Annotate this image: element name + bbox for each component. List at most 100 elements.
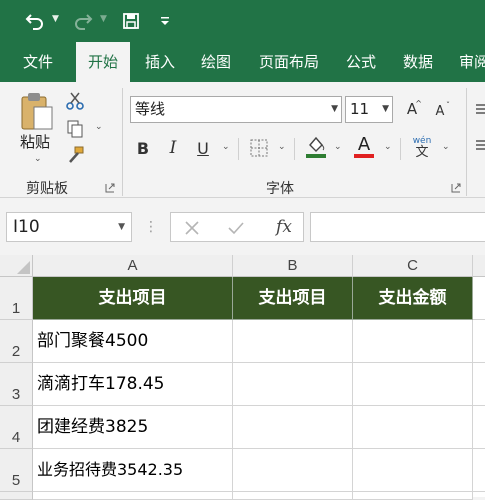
redo-icon[interactable] [70, 8, 96, 34]
undo-icon[interactable] [22, 8, 48, 34]
cell-b3[interactable] [233, 363, 353, 406]
row-header-3[interactable]: 3 [0, 363, 33, 406]
cell-b6-partial[interactable] [233, 492, 353, 500]
copy-dropdown-icon[interactable]: ⌄ [95, 122, 103, 132]
fill-color-icon[interactable] [304, 134, 328, 160]
cell-c1[interactable]: 支出金额 [353, 277, 473, 320]
column-header-a[interactable]: A [33, 255, 233, 277]
cell-a6-partial[interactable] [33, 492, 233, 500]
cell-a4[interactable]: 团建经费3825 [33, 406, 233, 449]
cell-d5[interactable] [473, 449, 485, 492]
cell-a3[interactable]: 滴滴打车178.45 [33, 363, 233, 406]
cell-c4[interactable] [353, 406, 473, 449]
column-header-c[interactable]: C [353, 255, 473, 277]
customize-qat-icon[interactable] [156, 8, 174, 34]
font-color-icon[interactable]: A [352, 134, 376, 160]
select-all-corner[interactable] [0, 255, 33, 277]
cell-a2[interactable]: 部门聚餐4500 [33, 320, 233, 363]
font-size-combo[interactable]: 11 ▼ [345, 96, 393, 123]
shrink-font-icon[interactable]: Aˇ [430, 100, 450, 122]
cell-d3[interactable] [473, 363, 485, 406]
tab-insert[interactable]: 插入 [134, 42, 186, 82]
font-size-dropdown-icon[interactable]: ▼ [382, 97, 389, 122]
cell-c5[interactable] [353, 449, 473, 492]
cell-a1[interactable]: 支出项目 [33, 277, 233, 320]
row-header-1[interactable]: 1 [0, 277, 33, 320]
font-launcher-icon[interactable] [450, 182, 462, 194]
ribbon-tabs: 文件 开始 插入 绘图 页面布局 公式 数据 审阅 [0, 42, 485, 82]
fill-color-dropdown-icon[interactable]: ⌄ [334, 142, 342, 152]
row-header-4[interactable]: 4 [0, 406, 33, 449]
italic-button[interactable]: I [164, 136, 182, 160]
formula-bar: I10 ▼ ⋮ fx [0, 199, 485, 255]
row-header-5[interactable]: 5 [0, 449, 33, 492]
underline-button[interactable]: U [194, 136, 212, 160]
cell-c6-partial[interactable] [353, 492, 473, 500]
ribbon: 粘贴 ⌄ ⌄ 剪贴板 等线 ▼ 11 ▼ A ^ Aˇ B I U ⌄ ⌄ ⌄ A [0, 82, 485, 198]
column-header-b[interactable]: B [233, 255, 353, 277]
clipboard-group-label: 剪贴板 [26, 181, 68, 197]
format-painter-icon[interactable] [64, 144, 86, 166]
cell-b4[interactable] [233, 406, 353, 449]
row-header-2[interactable]: 2 [0, 320, 33, 363]
name-box-dropdown-icon[interactable]: ▼ [118, 213, 125, 241]
name-box-value: I10 [13, 217, 40, 237]
group-separator [122, 88, 123, 196]
alignment-partial-icon[interactable] [474, 100, 485, 120]
column-header-d-partial[interactable] [473, 255, 485, 277]
cell-d2[interactable] [473, 320, 485, 363]
formula-bar-grip-icon[interactable]: ⋮ [144, 217, 158, 237]
tab-page-layout[interactable]: 页面布局 [246, 42, 332, 82]
copy-icon[interactable] [64, 118, 86, 140]
phonetic-guide-icon[interactable]: wén 文 [410, 134, 434, 162]
font-name-dropdown-icon[interactable]: ▼ [331, 97, 338, 122]
cell-b5[interactable] [233, 449, 353, 492]
row-header-6-partial[interactable] [0, 492, 33, 500]
quick-access-toolbar: ▼ ▼ [0, 0, 485, 42]
tab-data[interactable]: 数据 [392, 42, 444, 82]
font-separator-1 [238, 138, 239, 160]
borders-icon[interactable] [248, 136, 270, 160]
paste-button[interactable]: 粘贴 [20, 131, 50, 152]
tab-formulas[interactable]: 公式 [334, 42, 388, 82]
cell-c2[interactable] [353, 320, 473, 363]
cell-b2[interactable] [233, 320, 353, 363]
formula-input[interactable] [310, 212, 485, 242]
borders-dropdown-icon[interactable]: ⌄ [278, 142, 286, 152]
bold-button[interactable]: B [134, 136, 152, 160]
tab-file[interactable]: 文件 [8, 42, 68, 82]
cut-icon[interactable] [64, 90, 86, 112]
grow-font-icon[interactable]: A ^ [402, 98, 422, 120]
tab-draw[interactable]: 绘图 [190, 42, 242, 82]
formula-buttons: fx [170, 212, 304, 242]
name-box[interactable]: I10 ▼ [6, 212, 132, 242]
font-name-combo[interactable]: 等线 ▼ [130, 96, 342, 123]
tab-review[interactable]: 审阅 [448, 42, 485, 82]
enter-icon[interactable] [225, 217, 247, 239]
insert-function-icon[interactable]: fx [271, 215, 297, 239]
save-icon[interactable] [118, 8, 144, 34]
cell-a5[interactable]: 业务招待费3542.35 [33, 449, 233, 492]
cell-c3[interactable] [353, 363, 473, 406]
undo-dropdown-icon[interactable]: ▼ [52, 14, 59, 24]
cell-d4[interactable] [473, 406, 485, 449]
font-separator-2 [294, 138, 295, 160]
font-separator-3 [400, 138, 401, 160]
group-separator-2 [466, 88, 467, 196]
phonetic-dropdown-icon[interactable]: ⌄ [442, 142, 450, 152]
worksheet-grid: A B C 1 2 3 4 5 支出项目 支出项目 支出金额 部门聚餐4500 … [0, 255, 485, 500]
paste-dropdown-icon[interactable]: ⌄ [34, 154, 42, 164]
cell-b1[interactable]: 支出项目 [233, 277, 353, 320]
underline-dropdown-icon[interactable]: ⌄ [222, 142, 230, 152]
tab-home[interactable]: 开始 [76, 42, 130, 82]
clipboard-launcher-icon[interactable] [104, 182, 116, 194]
alignment-partial-icon-2[interactable] [474, 136, 485, 156]
paste-icon[interactable] [18, 90, 56, 134]
cell-d1[interactable] [473, 277, 485, 320]
font-group-label: 字体 [266, 181, 294, 197]
cancel-icon[interactable] [181, 217, 203, 239]
font-name-value: 等线 [135, 100, 166, 118]
font-color-dropdown-icon[interactable]: ⌄ [384, 142, 392, 152]
font-size-value: 11 [350, 100, 370, 118]
redo-dropdown-icon[interactable]: ▼ [100, 14, 107, 24]
